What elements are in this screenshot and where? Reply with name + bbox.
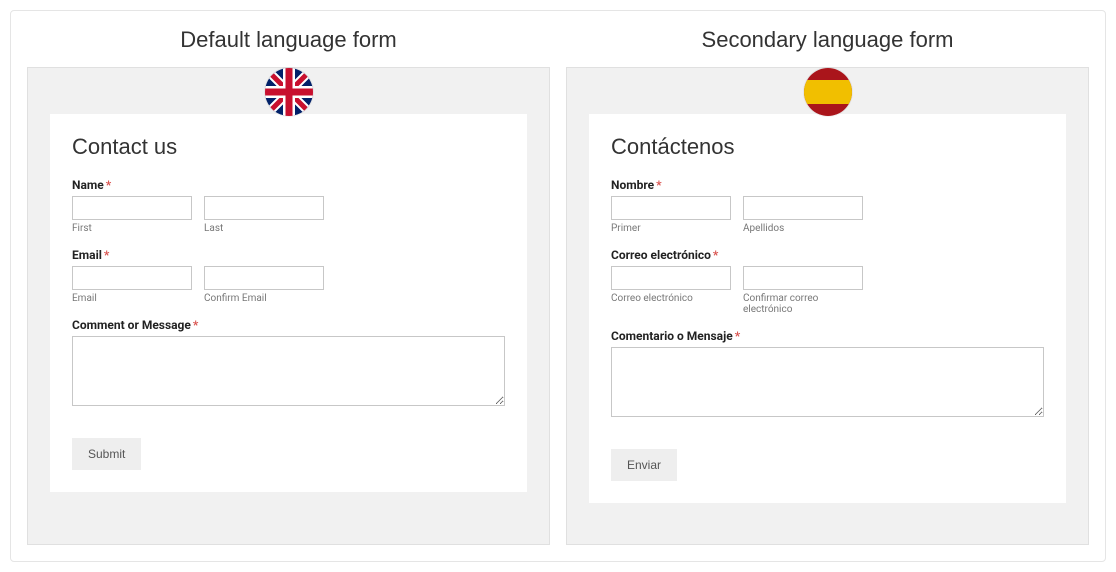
required-mark: * <box>656 178 661 192</box>
name-label-default: Name* <box>72 178 505 192</box>
first-sublabel-es: Primer <box>611 223 731 234</box>
panel-title-secondary: Secondary language form <box>566 27 1089 53</box>
comment-label-default: Comment or Message* <box>72 318 505 332</box>
required-mark: * <box>735 329 740 343</box>
panel-title-default: Default language form <box>27 27 550 53</box>
comment-textarea-es[interactable] <box>611 347 1044 417</box>
email-input[interactable] <box>72 266 192 290</box>
form-inner-default: Contact us Name* First Last <box>50 114 527 492</box>
email-label-default: Email* <box>72 248 505 262</box>
last-name-input[interactable] <box>204 196 324 220</box>
secondary-language-panel: Secondary language form Contáctenos Nomb… <box>566 27 1089 545</box>
form-inner-secondary: Contáctenos Nombre* Primer Apellidos <box>589 114 1066 503</box>
comment-group-default: Comment or Message* <box>72 318 505 410</box>
email-group-default: Email* Email Confirm Email <box>72 248 505 304</box>
comparison-container: Default language form Contact us Name* <box>10 10 1106 562</box>
comment-label-secondary: Comentario o Mensaje* <box>611 329 1044 343</box>
name-label-text-es: Nombre <box>611 178 654 192</box>
uk-flag-icon <box>265 68 313 116</box>
last-sublabel-es: Apellidos <box>743 223 863 234</box>
form-heading-default: Contact us <box>72 134 505 160</box>
name-label-secondary: Nombre* <box>611 178 1044 192</box>
email-label-secondary: Correo electrónico* <box>611 248 1044 262</box>
comment-label-text: Comment or Message <box>72 318 191 332</box>
confirm-email-input-es[interactable] <box>743 266 863 290</box>
confirm-email-sublabel: Confirm Email <box>204 293 324 304</box>
submit-button-default[interactable]: Submit <box>72 438 141 470</box>
comment-group-secondary: Comentario o Mensaje* <box>611 329 1044 421</box>
first-name-input[interactable] <box>72 196 192 220</box>
name-label-text: Name <box>72 178 104 192</box>
email-sublabel: Email <box>72 293 192 304</box>
submit-button-secondary[interactable]: Enviar <box>611 449 677 481</box>
name-group-secondary: Nombre* Primer Apellidos <box>611 178 1044 234</box>
form-card-secondary: Contáctenos Nombre* Primer Apellidos <box>566 67 1089 545</box>
last-name-input-es[interactable] <box>743 196 863 220</box>
required-mark: * <box>104 248 109 262</box>
last-sublabel: Last <box>204 223 324 234</box>
required-mark: * <box>713 248 718 262</box>
comment-label-text-es: Comentario o Mensaje <box>611 329 733 343</box>
required-mark: * <box>193 318 198 332</box>
email-label-text: Email <box>72 248 102 262</box>
default-language-panel: Default language form Contact us Name* <box>27 27 550 545</box>
required-mark: * <box>106 178 111 192</box>
name-group-default: Name* First Last <box>72 178 505 234</box>
email-input-es[interactable] <box>611 266 731 290</box>
email-label-text-es: Correo electrónico <box>611 248 711 262</box>
first-sublabel: First <box>72 223 192 234</box>
email-group-secondary: Correo electrónico* Correo electrónico C… <box>611 248 1044 315</box>
spain-flag-icon <box>804 68 852 116</box>
first-name-input-es[interactable] <box>611 196 731 220</box>
comment-textarea[interactable] <box>72 336 505 406</box>
confirm-email-input[interactable] <box>204 266 324 290</box>
form-heading-secondary: Contáctenos <box>611 134 1044 160</box>
form-card-default: Contact us Name* First Last <box>27 67 550 545</box>
confirm-email-sublabel-es: Confirmar correo electrónico <box>743 293 863 315</box>
email-sublabel-es: Correo electrónico <box>611 293 731 304</box>
